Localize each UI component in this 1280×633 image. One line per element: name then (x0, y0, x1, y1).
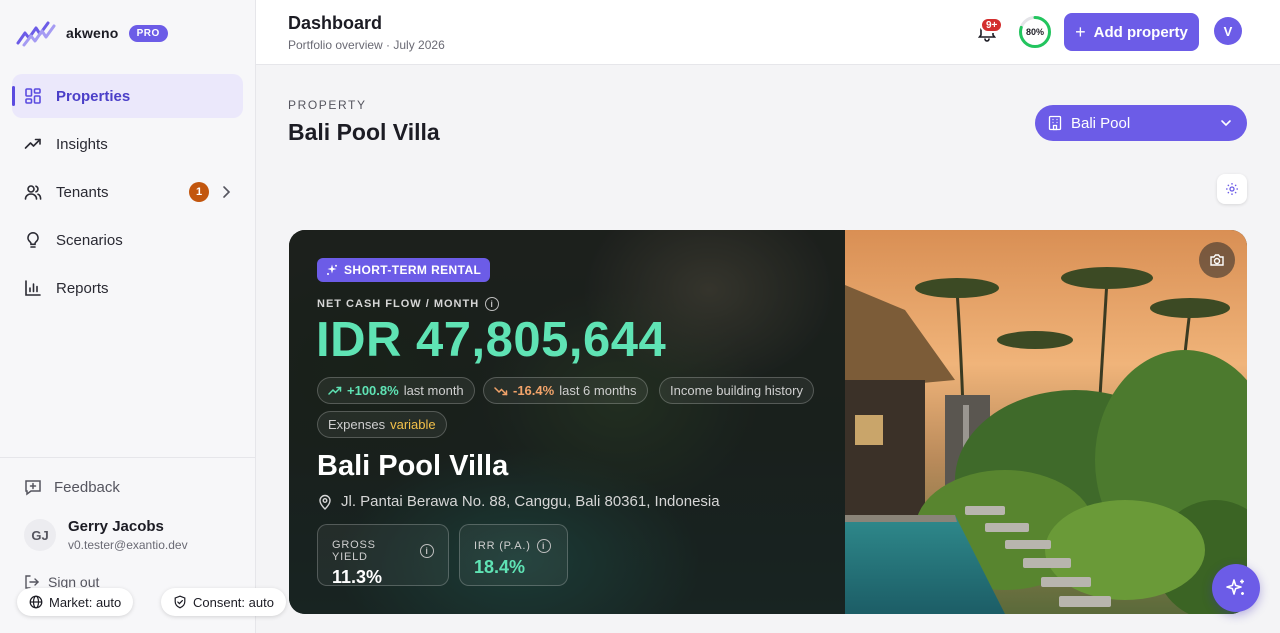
bar-chart-icon (25, 280, 41, 296)
user-name: Gerry Jacobs (68, 518, 164, 535)
akweno-logo-icon (16, 21, 56, 47)
six-months-change: -16.4% (513, 383, 555, 398)
property-photo[interactable] (845, 230, 1247, 614)
camera-icon (1210, 254, 1224, 266)
avatar: GJ (24, 519, 56, 551)
net-cash-flow-label: NET CASH FLOW / MONTH i (317, 297, 500, 311)
chevron-right-icon[interactable] (217, 183, 235, 201)
map-pin-icon (319, 494, 331, 510)
sidebar-item-scenarios[interactable]: Scenarios (12, 218, 243, 262)
users-icon (24, 185, 42, 200)
sparkles-icon (327, 264, 337, 275)
market-pill[interactable]: Market: auto (17, 588, 134, 616)
feedback-icon (25, 480, 41, 496)
info-icon[interactable]: i (420, 544, 434, 558)
section-eyebrow: PROPERTY (288, 98, 367, 112)
last-month-chip: +100.8% last month (317, 377, 475, 404)
tenants-count-badge: 1 (189, 182, 209, 202)
page-title: Dashboard (288, 13, 383, 33)
gross-yield-label: GROSS YIELD i (332, 539, 434, 563)
plus-icon: + (1075, 22, 1086, 42)
property-title: Bali Pool Villa (288, 119, 440, 145)
top-bar: Dashboard Portfolio overview · July 2026… (256, 0, 1280, 65)
progress-label: 80% (1025, 27, 1044, 37)
sidebar-item-tenants[interactable]: Tenants 1 (12, 170, 243, 214)
property-selector-value: Bali Pool (1071, 114, 1131, 132)
trending-down-icon (494, 386, 508, 395)
gross-yield-label-text: GROSS YIELD (332, 539, 376, 563)
user-email: v0.tester@exantio.dev (68, 538, 188, 552)
income-history-label: Income building history (670, 383, 803, 398)
net-cash-flow-label-text: NET CASH FLOW / MONTH (317, 298, 480, 310)
sidebar-item-insights[interactable]: Insights (12, 122, 243, 166)
settings-button[interactable] (1217, 174, 1247, 204)
expenses-chip: Expenses variable (317, 411, 447, 438)
info-icon[interactable]: i (536, 539, 551, 553)
lightbulb-icon (27, 231, 39, 248)
sidebar-item-label: Properties (56, 87, 131, 105)
info-icon[interactable]: i (485, 297, 500, 311)
property-selector[interactable]: Bali Pool (1035, 105, 1247, 141)
brand[interactable]: akweno PRO (16, 19, 168, 47)
sidebar-item-label: Tenants (56, 183, 109, 201)
hero-property-name: Bali Pool Villa (317, 450, 509, 482)
page-subtitle: Portfolio overview · July 2026 (288, 38, 445, 52)
main-content: PROPERTY Bali Pool Villa Bali Pool SHORT… (256, 65, 1280, 633)
six-months-chip: -16.4% last 6 months (483, 377, 648, 404)
globe-icon (29, 595, 43, 609)
irr-label-text: IRR (P.A.) (474, 540, 531, 552)
irr-label: IRR (P.A.) i (474, 539, 553, 553)
user-profile[interactable]: GJ Gerry Jacobs v0.tester@exantio.dev (24, 518, 188, 552)
trending-up-icon (24, 138, 41, 149)
sidebar-item-label: Scenarios (56, 231, 123, 249)
net-cash-flow-value: IDR 47,805,644 (316, 313, 667, 367)
six-months-label: last 6 months (559, 383, 637, 398)
income-history-chip: Income building history (659, 377, 814, 404)
notification-badge: 9+ (980, 17, 1004, 33)
user-avatar[interactable]: V (1214, 17, 1242, 45)
rental-type-label: SHORT-TERM RENTAL (344, 263, 482, 277)
add-property-button[interactable]: + Add property (1064, 13, 1199, 51)
sidebar-item-label: Insights (56, 135, 108, 153)
last-month-label: last month (403, 383, 464, 398)
shield-check-icon (174, 595, 186, 609)
sidebar-item-properties[interactable]: Properties (12, 74, 243, 118)
expenses-value: variable (390, 417, 436, 432)
property-address: Jl. Pantai Berawa No. 88, Canggu, Bali 8… (317, 493, 720, 510)
last-month-change: +100.8% (347, 383, 399, 398)
gear-icon (1226, 183, 1238, 195)
trending-up-icon (328, 386, 342, 395)
sidebar: akweno PRO Properties Insights Tenants 1… (0, 0, 256, 633)
market-label: Market: auto (49, 594, 122, 610)
feedback-link[interactable]: Feedback (24, 478, 120, 496)
pro-badge: PRO (128, 24, 168, 42)
property-address-text: Jl. Pantai Berawa No. 88, Canggu, Bali 8… (341, 493, 720, 510)
add-property-label: Add property (1093, 23, 1188, 41)
gross-yield-value: 11.3% (332, 567, 383, 587)
feedback-label: Feedback (54, 478, 120, 496)
ai-assistant-button[interactable] (1212, 564, 1260, 612)
chevron-down-icon (1221, 120, 1231, 127)
grid-icon (25, 88, 41, 104)
expenses-label: Expenses (328, 417, 386, 432)
sidebar-nav: Properties Insights Tenants 1 Scenarios … (12, 74, 243, 314)
sidebar-divider (0, 457, 255, 458)
sidebar-item-label: Reports (56, 279, 109, 297)
irr-value: 18.4% (474, 557, 526, 577)
gross-yield-card: GROSS YIELD i 11.3% (317, 524, 449, 587)
sidebar-item-reports[interactable]: Reports (12, 266, 243, 310)
rental-type-tag: SHORT-TERM RENTAL (317, 258, 491, 282)
brand-name: akweno (66, 25, 119, 41)
change-photo-button[interactable] (1199, 242, 1235, 278)
sparkles-icon (1226, 579, 1244, 595)
property-hero-card: SHORT-TERM RENTAL NET CASH FLOW / MONTH … (289, 230, 1247, 614)
irr-card: IRR (P.A.) i 18.4% (459, 524, 568, 586)
building-icon (1048, 115, 1062, 131)
